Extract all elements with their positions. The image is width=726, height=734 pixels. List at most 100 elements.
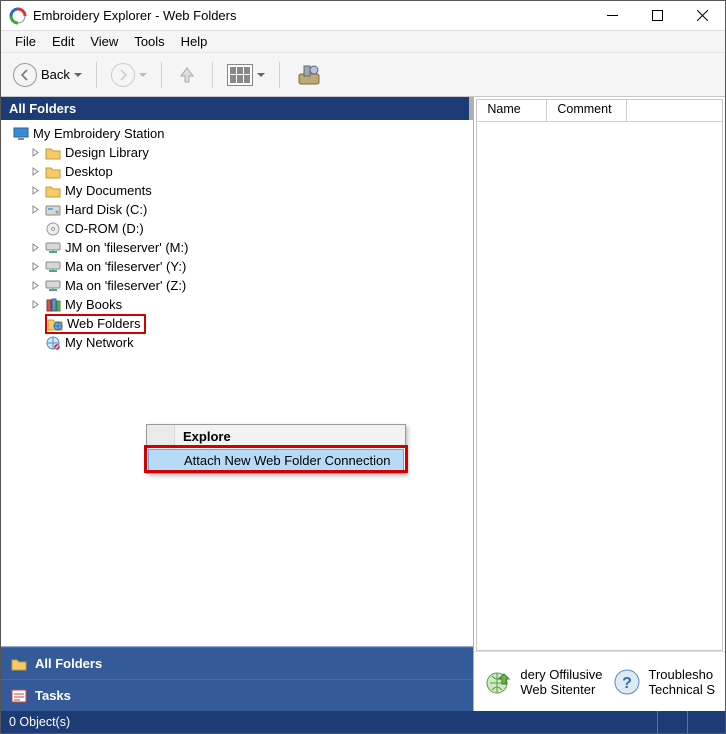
menu-edit[interactable]: Edit bbox=[44, 32, 82, 51]
netdrive-icon bbox=[45, 279, 61, 293]
up-arrow-icon bbox=[176, 64, 198, 86]
window-title: Embroidery Explorer - Web Folders bbox=[33, 8, 590, 23]
context-menu: Explore Attach New Web Folder Connection bbox=[146, 424, 406, 474]
chevron-down-icon bbox=[74, 73, 82, 77]
machine-icon bbox=[294, 60, 324, 90]
link-support[interactable]: ? TroubleshoTechnical S bbox=[613, 667, 715, 697]
books-icon bbox=[45, 298, 61, 312]
tree-item-label: My Books bbox=[65, 297, 122, 312]
tree-item-label: CD-ROM (D:) bbox=[65, 221, 144, 236]
expand-icon[interactable] bbox=[31, 186, 45, 195]
link-website-text: dery OffilusiveWeb Sitenter bbox=[520, 667, 602, 697]
tree-item-label: Design Library bbox=[65, 145, 149, 160]
views-button[interactable] bbox=[223, 62, 269, 88]
monitor-icon bbox=[13, 127, 29, 141]
folder-icon bbox=[45, 184, 61, 198]
toolbar-separator bbox=[161, 62, 162, 88]
tree-item-my-documents[interactable]: My Documents bbox=[1, 181, 473, 200]
maximize-button[interactable] bbox=[635, 1, 680, 30]
expand-icon[interactable] bbox=[31, 148, 45, 157]
list-view[interactable]: Name Comment bbox=[476, 99, 723, 651]
tree-item-label: JM on 'fileserver' (M:) bbox=[65, 240, 188, 255]
disk-icon bbox=[45, 203, 61, 217]
left-footer: All Folders Tasks bbox=[1, 646, 473, 711]
chevron-down-icon bbox=[139, 73, 147, 77]
column-comment[interactable]: Comment bbox=[547, 100, 627, 121]
tree-item-ma-on-fileserver-z[interactable]: Ma on 'fileserver' (Z:) bbox=[1, 276, 473, 295]
toolbar-separator bbox=[279, 62, 280, 88]
footer-all-folders-label: All Folders bbox=[35, 656, 102, 671]
expand-icon[interactable] bbox=[31, 243, 45, 252]
column-name[interactable]: Name bbox=[477, 100, 547, 121]
tree-item-my-network[interactable]: My Network bbox=[1, 333, 473, 352]
menu-tools[interactable]: Tools bbox=[126, 32, 172, 51]
footer-tasks-label: Tasks bbox=[35, 688, 71, 703]
right-pane: Name Comment dery OffilusiveWeb Sitenter… bbox=[474, 97, 725, 711]
tree-item-design-library[interactable]: Design Library bbox=[1, 143, 473, 162]
expand-icon[interactable] bbox=[31, 205, 45, 214]
folder-tree[interactable]: My Embroidery Station Design Library Desk… bbox=[1, 120, 473, 646]
expand-icon[interactable] bbox=[31, 167, 45, 176]
svg-text:?: ? bbox=[622, 675, 632, 692]
folder-icon bbox=[45, 146, 61, 160]
context-attach-web-folder[interactable]: Attach New Web Folder Connection bbox=[148, 449, 404, 472]
tree-item-my-books[interactable]: My Books bbox=[1, 295, 473, 314]
minimize-button[interactable] bbox=[590, 1, 635, 30]
expand-icon[interactable] bbox=[31, 300, 45, 309]
chevron-down-icon bbox=[257, 73, 265, 77]
help-icon: ? bbox=[613, 668, 641, 696]
netdrive-icon bbox=[45, 241, 61, 255]
tree-item-cd-rom-d[interactable]: CD-ROM (D:) bbox=[1, 219, 473, 238]
right-footer-links: dery OffilusiveWeb Sitenter ? Troublesho… bbox=[474, 651, 725, 711]
titlebar: Embroidery Explorer - Web Folders bbox=[1, 1, 725, 31]
footer-all-folders[interactable]: All Folders bbox=[1, 647, 473, 679]
link-website[interactable]: dery OffilusiveWeb Sitenter bbox=[484, 667, 602, 697]
network-icon bbox=[45, 336, 61, 350]
tree-item-desktop[interactable]: Desktop bbox=[1, 162, 473, 181]
tree-item-label: My Network bbox=[65, 335, 134, 350]
expand-icon[interactable] bbox=[31, 281, 45, 290]
tree-item-label: Hard Disk (C:) bbox=[65, 202, 147, 217]
menu-file[interactable]: File bbox=[7, 32, 44, 51]
globe-up-icon bbox=[484, 668, 512, 696]
views-icon bbox=[227, 64, 253, 86]
forward-button[interactable] bbox=[107, 61, 151, 89]
tasks-icon bbox=[11, 689, 27, 703]
production-info-button[interactable] bbox=[290, 58, 328, 92]
tree-item-label: My Documents bbox=[65, 183, 152, 198]
folder-open-icon bbox=[11, 657, 27, 671]
context-explore[interactable]: Explore bbox=[147, 425, 405, 448]
app-icon bbox=[9, 7, 27, 25]
tree-item-ma-on-fileserver-y[interactable]: Ma on 'fileserver' (Y:) bbox=[1, 257, 473, 276]
app-window: Embroidery Explorer - Web Folders File E… bbox=[0, 0, 726, 734]
left-pane: All Folders My Embroidery Station Design… bbox=[1, 97, 474, 711]
close-button[interactable] bbox=[680, 1, 725, 30]
back-button[interactable]: Back bbox=[9, 61, 86, 89]
link-support-text: TroubleshoTechnical S bbox=[649, 667, 715, 697]
toolbar: Back bbox=[1, 53, 725, 97]
cd-icon bbox=[45, 222, 61, 236]
tree-item-web-folders[interactable]: Web Folders bbox=[1, 314, 473, 333]
up-button[interactable] bbox=[172, 62, 202, 88]
menu-view[interactable]: View bbox=[82, 32, 126, 51]
tree-root-label: My Embroidery Station bbox=[33, 126, 165, 141]
tree-item-label: Ma on 'fileserver' (Z:) bbox=[65, 278, 186, 293]
menubar: File Edit View Tools Help bbox=[1, 31, 725, 53]
tree-item-hard-disk-c[interactable]: Hard Disk (C:) bbox=[1, 200, 473, 219]
folder-icon bbox=[45, 165, 61, 179]
expand-icon[interactable] bbox=[31, 262, 45, 271]
tree-root[interactable]: My Embroidery Station bbox=[1, 124, 473, 143]
menu-help[interactable]: Help bbox=[173, 32, 216, 51]
tree-item-label: Desktop bbox=[65, 164, 113, 179]
toolbar-separator bbox=[96, 62, 97, 88]
all-folders-header: All Folders bbox=[1, 97, 473, 120]
statusbar: 0 Object(s) bbox=[1, 711, 725, 733]
webfolder-icon bbox=[47, 317, 63, 331]
netdrive-icon bbox=[45, 260, 61, 274]
forward-arrow-icon bbox=[111, 63, 135, 87]
window-controls bbox=[590, 1, 725, 30]
footer-tasks[interactable]: Tasks bbox=[1, 679, 473, 711]
back-arrow-icon bbox=[13, 63, 37, 87]
content-area: All Folders My Embroidery Station Design… bbox=[1, 97, 725, 711]
tree-item-jm-on-fileserver-m[interactable]: JM on 'fileserver' (M:) bbox=[1, 238, 473, 257]
